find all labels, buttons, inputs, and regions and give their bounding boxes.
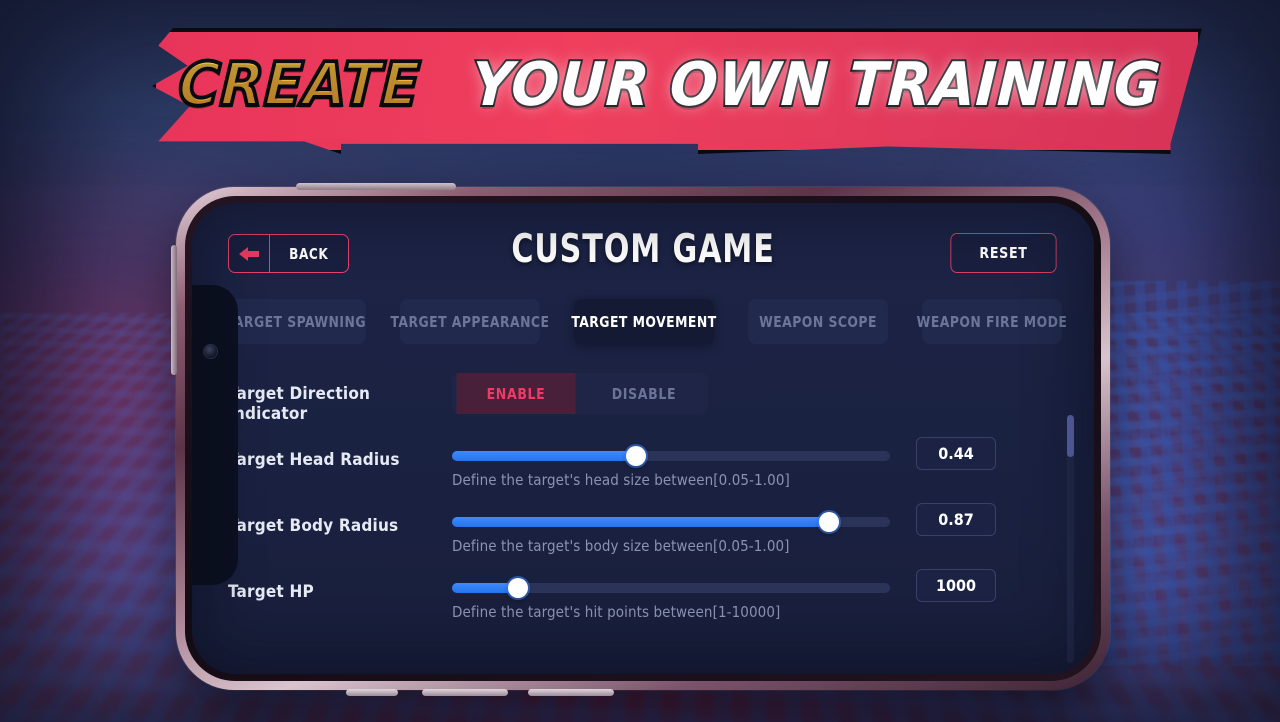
banner-word-rest: YOUR OWN TRAINING: [468, 48, 1164, 122]
setting-label: Target Direction Indicator: [228, 384, 371, 424]
tab-target-movement[interactable]: TARGET MOVEMENT: [571, 299, 717, 344]
slider-fill: [452, 451, 636, 461]
body-radius-value[interactable]: 0.87: [916, 503, 996, 536]
reset-button-label: RESET: [979, 244, 1028, 262]
target-hp-value[interactable]: 1000: [916, 569, 996, 602]
disable-option-label: DISABLE: [611, 384, 677, 403]
slider-fill: [452, 517, 829, 527]
scrollbar-thumb[interactable]: [1067, 415, 1074, 458]
phone-screen: BACK CUSTOM GAME RESET TARGET SPAWNING T…: [192, 203, 1094, 674]
app-header: BACK CUSTOM GAME RESET: [192, 203, 1094, 299]
tab-label: TARGET APPEARANCE: [390, 312, 550, 331]
screenshot-root: CREATE YOUR OWN TRAINING BACK CUSTOM GAM…: [0, 0, 1280, 722]
headline-banner: CREATE YOUR OWN TRAINING: [152, 28, 1202, 154]
tab-label: TARGET SPAWNING: [226, 312, 366, 331]
tab-target-appearance[interactable]: TARGET APPEARANCE: [391, 299, 549, 344]
setting-row-head-radius: Target Head Radius Define the target's h…: [220, 437, 1066, 505]
setting-row-body-radius: Target Body Radius Define the target's b…: [220, 503, 1066, 571]
banner-text: CREATE YOUR OWN TRAINING: [152, 28, 1202, 154]
disable-option[interactable]: DISABLE: [584, 373, 703, 414]
front-camera-icon: [204, 345, 217, 358]
value-text: 0.44: [938, 444, 974, 463]
enable-option[interactable]: ENABLE: [456, 373, 576, 414]
setting-row-target-hp: Target HP Define the target's hit points…: [220, 569, 1066, 637]
tab-label: WEAPON SCOPE: [759, 312, 877, 331]
setting-label: Target HP: [228, 582, 314, 602]
phone-device: BACK CUSTOM GAME RESET TARGET SPAWNING T…: [171, 183, 1110, 696]
tab-target-spawning[interactable]: TARGET SPAWNING: [226, 299, 366, 344]
tab-weapon-scope[interactable]: WEAPON SCOPE: [748, 299, 888, 344]
phone-notch: [192, 285, 238, 585]
phone-side-button[interactable]: [171, 245, 177, 375]
scrollbar-track[interactable]: [1067, 415, 1074, 663]
tab-label: WEAPON FIRE MODE: [916, 312, 1068, 331]
value-text: 1000: [935, 576, 977, 595]
enable-option-label: ENABLE: [486, 384, 546, 403]
page-title: CUSTOM GAME: [511, 227, 775, 272]
tab-bar: TARGET SPAWNING TARGET APPEARANCE TARGET…: [192, 299, 1094, 347]
banner-word-create: CREATE: [175, 48, 424, 122]
phone-bottom-rail-a: [346, 689, 398, 696]
tab-label: TARGET MOVEMENT: [571, 312, 717, 331]
phone-bottom-rail-c: [528, 689, 614, 696]
phone-bottom-rail-b: [422, 689, 508, 696]
settings-list: Target Direction Indicator ENABLE DISABL…: [192, 347, 1094, 637]
head-radius-slider[interactable]: [452, 446, 890, 466]
phone-top-rail: [296, 183, 456, 190]
setting-row-direction-indicator: Target Direction Indicator ENABLE DISABL…: [220, 373, 1066, 439]
target-hp-slider[interactable]: [452, 578, 890, 598]
slider-thumb[interactable]: [625, 446, 646, 466]
value-text: 0.87: [938, 510, 974, 529]
reset-button[interactable]: RESET: [950, 233, 1057, 273]
setting-hint: Define the target's hit points between[1…: [452, 603, 781, 621]
setting-hint: Define the target's body size between[0.…: [452, 537, 790, 555]
tab-weapon-fire-mode[interactable]: WEAPON FIRE MODE: [917, 299, 1067, 344]
body-radius-slider[interactable]: [452, 512, 890, 532]
head-radius-value[interactable]: 0.44: [916, 437, 996, 470]
custom-game-app: BACK CUSTOM GAME RESET TARGET SPAWNING T…: [192, 203, 1094, 674]
slider-thumb[interactable]: [818, 512, 839, 532]
direction-indicator-toggle: ENABLE DISABLE: [452, 373, 708, 414]
phone-bezel: BACK CUSTOM GAME RESET TARGET SPAWNING T…: [185, 196, 1101, 681]
setting-hint: Define the target's head size between[0.…: [452, 471, 790, 489]
setting-label: Target Body Radius: [228, 516, 399, 536]
slider-thumb[interactable]: [507, 578, 528, 598]
setting-label: Target Head Radius: [228, 450, 400, 470]
